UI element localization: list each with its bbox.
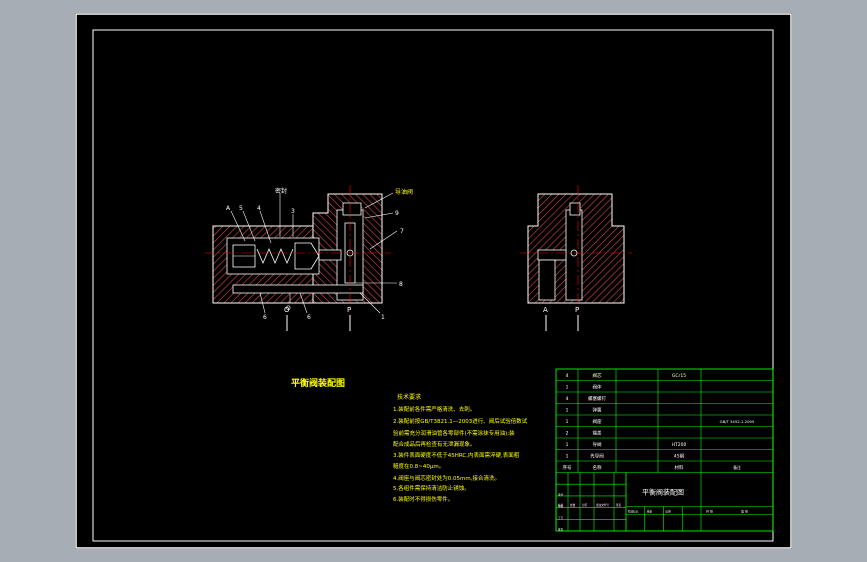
revision-label: 处数 xyxy=(570,503,576,507)
parts-cell-index: 2 xyxy=(566,431,569,437)
parts-cell-index: 1 xyxy=(566,454,569,460)
front-view xyxy=(205,185,398,331)
label-seal: 密封 xyxy=(275,187,287,195)
parts-cell-index: 1 xyxy=(566,385,569,391)
port-a-side: A xyxy=(543,306,548,314)
callout-9: 9 xyxy=(395,210,399,217)
callout-3: 3 xyxy=(291,208,295,215)
tech-line-2: 2.装配前按GB/T3821.1—2003进行、阀后试验倍数试 xyxy=(393,417,528,425)
parts-cell-name: 阀体 xyxy=(593,384,602,391)
cad-workspace: A 5 4 3 密封 导油阀 9 7 8 1 6 O 6 O P A P 平衡阀… xyxy=(0,0,867,562)
parts-cell-name: 阀座 xyxy=(593,418,602,425)
callout-a: A xyxy=(226,205,231,212)
callout-4: 4 xyxy=(257,205,261,212)
tech-line-9: 6.装配时不得损伤零件。 xyxy=(393,495,453,503)
parts-cell-name: 端盖 xyxy=(593,430,602,437)
stage-label: 阶段标记 xyxy=(628,510,639,514)
tech-line-6: 糙度在0.8~40μm。 xyxy=(393,462,444,470)
parts-cell-material: 45钢 xyxy=(674,453,685,460)
tech-line-1: 1.装配前各件需严格清洗、去刺。 xyxy=(393,405,475,413)
parts-cell-index: 4 xyxy=(566,396,569,402)
parts-cell-name: 阀芯 xyxy=(593,372,602,379)
revision-label: 签名 xyxy=(616,503,622,507)
stage-label: 重量 xyxy=(647,510,653,514)
parts-cell-name: 先导阀 xyxy=(590,453,604,460)
port-p-side: P xyxy=(575,306,579,314)
callout-8: 8 xyxy=(399,281,403,288)
sheet-count-label: 共 张 xyxy=(706,509,713,514)
sign-label: 工艺 xyxy=(558,516,564,520)
sign-label: 批准 xyxy=(558,527,564,531)
parts-cell-name: 螺塞螺钉 xyxy=(588,395,606,402)
parts-cell-note: GB/T 3452.1-2005 xyxy=(720,419,755,424)
tech-line-3: 验前需充分润滑油管各零部件(不需涂抹专用油);装 xyxy=(393,429,515,437)
sign-label: 设计 xyxy=(558,492,564,496)
stage-label: 比例 xyxy=(666,510,672,514)
title-block: 4 阀芯 GCr15 1 阀体 4 螺塞螺钉 1 弹簧 1 阀座 GB/T 3452.1-2005 2 端… xyxy=(555,368,774,531)
parts-cell-material: 材料 xyxy=(675,464,684,471)
parts-cell-name: 名称 xyxy=(593,464,602,471)
callout-1: 1 xyxy=(381,314,385,321)
parts-cell-index: 4 xyxy=(566,373,569,379)
sign-label: 审核 xyxy=(558,504,564,508)
drawing-title: 平衡阀装配图 xyxy=(291,377,345,389)
tech-line-4: 配合成品后再检查有无泄漏现象。 xyxy=(393,440,476,448)
drawing-canvas: A 5 4 3 密封 导油阀 9 7 8 1 6 O 6 O P A P 平衡阀… xyxy=(75,13,792,549)
revision-label: 分区 xyxy=(582,503,588,507)
callout-6a: 6 xyxy=(263,314,267,321)
port-p-front: P xyxy=(347,306,351,314)
tech-requirements: 技术要求 1.装配前各件需严格清洗、去刺。 2.装配前按GB/T3821.1—2… xyxy=(393,393,528,503)
parts-cell-index: 1 xyxy=(566,442,569,448)
sheet-number-label: 第 张 xyxy=(741,509,748,514)
parts-cell-index: 序号 xyxy=(563,464,572,471)
callout-7: 7 xyxy=(400,228,404,235)
parts-cell-material: GCr15 xyxy=(672,373,686,379)
label-oil: 导油阀 xyxy=(395,188,413,196)
tech-line-5: 3.装件表面硬度不低于45HRC,内表面需淬硬,表面粗 xyxy=(393,451,520,459)
parts-cell-index: 1 xyxy=(566,419,569,425)
tech-line-7: 4.阀座与阀芯密封处为0.05mm,接合清洗。 xyxy=(393,474,500,482)
parts-cell-index: 1 xyxy=(566,408,569,414)
revision-label: 更改文件号 xyxy=(596,503,609,507)
port-o: O xyxy=(284,306,290,314)
drawing-sheet: A 5 4 3 密封 导油阀 9 7 8 1 6 O 6 O P A P 平衡阀… xyxy=(75,13,792,549)
parts-cell-name: 弹簧 xyxy=(593,407,602,414)
tech-heading: 技术要求 xyxy=(397,393,421,401)
callout-6b: 6 xyxy=(307,314,311,321)
parts-cell-material: HT200 xyxy=(672,442,687,448)
parts-cell-note: 备注 xyxy=(733,465,741,470)
tech-line-8: 5.各组件需保持清洁防止锈蚀。 xyxy=(393,484,470,492)
title-block-drawing-name: 平衡阀装配图 xyxy=(642,488,684,497)
parts-cell-name: 导阀 xyxy=(593,441,602,448)
callout-5: 5 xyxy=(239,205,243,212)
